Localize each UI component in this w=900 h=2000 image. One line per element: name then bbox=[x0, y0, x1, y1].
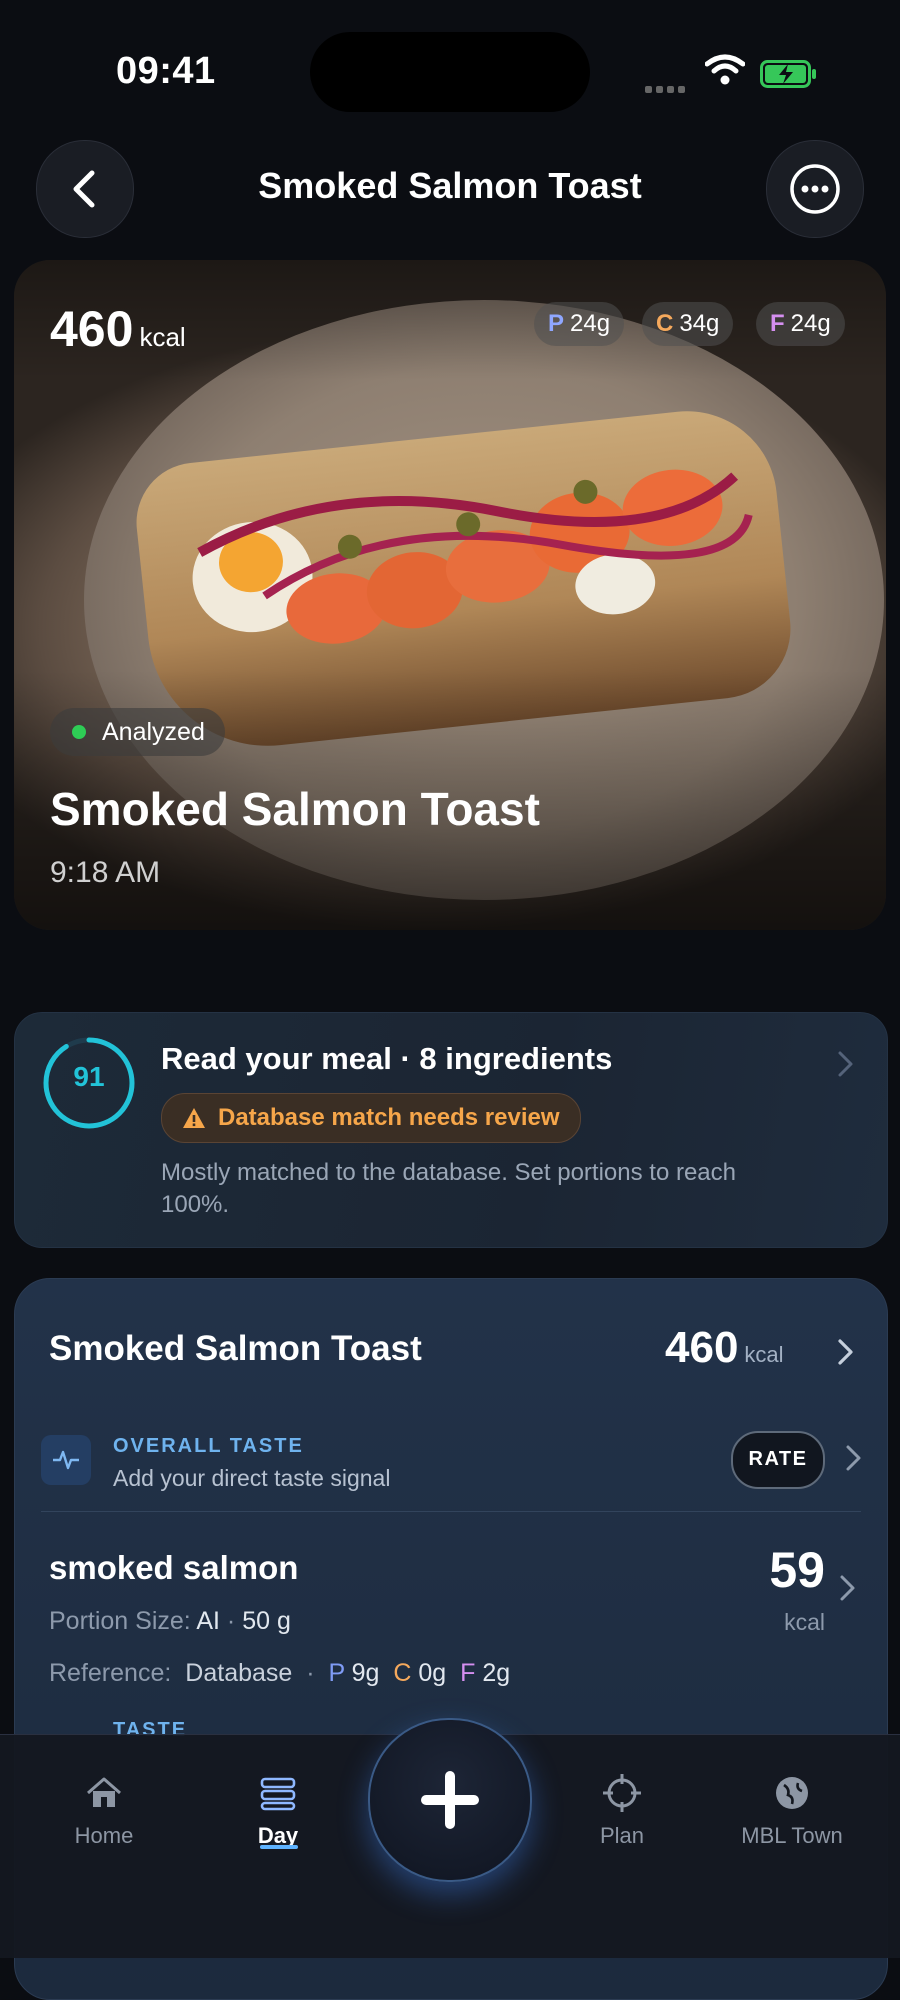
wifi-icon bbox=[705, 54, 745, 85]
calories-value: 460 bbox=[50, 301, 134, 357]
chevron-right-icon bbox=[838, 1051, 853, 1077]
read-meal-title: Read your meal · 8 ingredients bbox=[161, 1041, 613, 1076]
macro-pill-fat: F 24g bbox=[756, 302, 845, 346]
chevron-right-icon[interactable] bbox=[835, 1337, 857, 1367]
warning-icon bbox=[183, 1108, 205, 1128]
database-warning-badge[interactable]: Database match needs review bbox=[161, 1093, 581, 1143]
day-icon bbox=[260, 1777, 296, 1811]
detail-meal-title[interactable]: Smoked Salmon Toast bbox=[49, 1329, 422, 1369]
overall-taste-subtitle: Add your direct taste signal bbox=[113, 1465, 391, 1491]
nav-item-day[interactable]: Day bbox=[198, 1771, 358, 1849]
ellipsis-circle-icon bbox=[790, 164, 840, 214]
dynamic-island bbox=[310, 32, 590, 112]
rate-button[interactable]: RATE bbox=[731, 1431, 825, 1489]
meal-name: Smoked Salmon Toast bbox=[50, 783, 540, 835]
page-title: Smoked Salmon Toast bbox=[258, 165, 642, 206]
calories-unit: kcal bbox=[139, 322, 186, 352]
nav-item-home[interactable]: Home bbox=[24, 1771, 184, 1849]
more-options-button[interactable] bbox=[766, 140, 864, 238]
add-meal-button[interactable] bbox=[368, 1718, 532, 1882]
nav-label-mbl-town: MBL Town bbox=[741, 1823, 843, 1848]
globe-icon bbox=[776, 1777, 808, 1809]
meal-photo-card[interactable]: 460 kcal P 24g C 34g F 24g Analyzed Smoked S… bbox=[14, 260, 886, 930]
macro-pill-carbs: C 34g bbox=[642, 302, 734, 346]
ingredient-reference: Reference: Database · P 9g C 0g F 2g bbox=[49, 1659, 511, 1687]
nav-item-mbl-town[interactable]: MBL Town bbox=[712, 1771, 872, 1849]
nav-label-plan: Plan bbox=[599, 1823, 645, 1848]
nav-item-plan[interactable]: Plan bbox=[542, 1771, 702, 1849]
divider bbox=[41, 1511, 861, 1512]
macro-pill-protein: P 24g bbox=[534, 302, 625, 346]
chevron-right-icon[interactable] bbox=[837, 1573, 859, 1603]
calories-total: 460 kcal bbox=[50, 300, 186, 358]
meal-time: 9:18 AM bbox=[50, 856, 161, 889]
analyzed-badge: Analyzed bbox=[50, 708, 225, 756]
read-meal-card[interactable]: 91 Read your meal · 8 ingredients Databa… bbox=[14, 1012, 888, 1248]
ingredient-name[interactable]: smoked salmon bbox=[49, 1549, 298, 1587]
ingredient-calories: 59 bbox=[769, 1542, 825, 1598]
read-meal-description: Mostly matched to the database. Set port… bbox=[161, 1159, 736, 1218]
taste-wave-icon bbox=[41, 1435, 91, 1485]
overall-taste-label: OVERALL TASTE bbox=[113, 1435, 304, 1457]
active-tab-indicator bbox=[260, 1845, 298, 1849]
detail-calories: 460 kcal bbox=[665, 1323, 784, 1372]
home-icon bbox=[87, 1777, 121, 1807]
battery-charging-icon bbox=[760, 60, 816, 88]
chevron-right-icon[interactable] bbox=[843, 1443, 865, 1473]
nav-label-home: Home bbox=[74, 1823, 134, 1848]
plus-icon bbox=[421, 1771, 479, 1829]
portion-size[interactable]: Portion Size: AI · 50 g bbox=[49, 1607, 291, 1636]
ingredient-calories-unit: kcal bbox=[784, 1609, 825, 1635]
crosshair-icon bbox=[603, 1774, 641, 1812]
status-dot-icon bbox=[72, 725, 86, 739]
status-time: 09:41 bbox=[116, 50, 216, 92]
score-value: 91 bbox=[73, 1061, 105, 1092]
cellular-signal-icon bbox=[645, 80, 689, 98]
